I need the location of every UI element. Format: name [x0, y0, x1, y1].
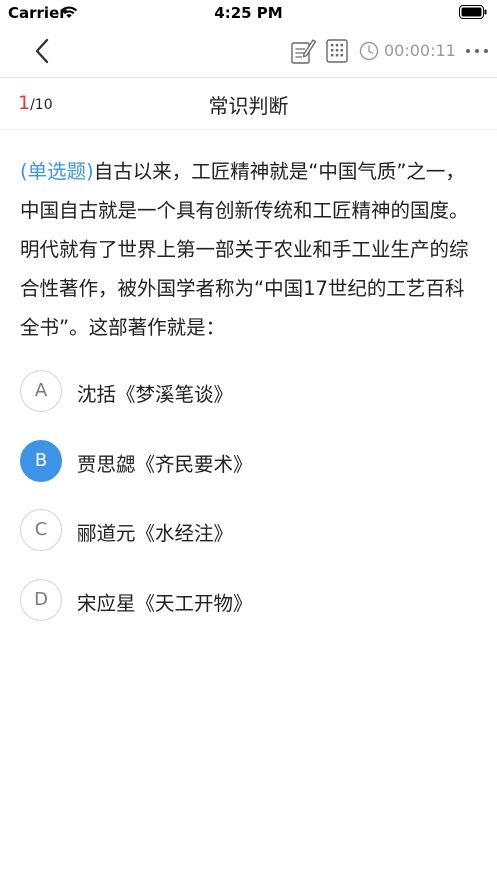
option-a-letter[interactable]: A	[20, 370, 62, 412]
option-b-letter[interactable]: B	[20, 440, 62, 482]
nav-bar: 00:00:11	[0, 26, 497, 78]
option-b[interactable]: B 贾思勰《齐民要术》	[20, 440, 460, 484]
question-header: 1/10 常识判断	[0, 78, 497, 130]
clock-time: 4:25 PM	[214, 4, 283, 22]
note-edit-icon[interactable]	[289, 37, 317, 65]
question-body: 自古以来，工匠精神就是“中国气质”之一，中国自古就是一个具有创新传统和工匠精神的…	[20, 160, 469, 339]
clock-icon	[359, 41, 379, 61]
battery-icon	[459, 5, 487, 19]
elapsed-timer: 00:00:11	[384, 41, 456, 60]
section-title: 常识判断	[208, 94, 289, 118]
option-b-text: 贾思勰《齐民要术》	[77, 453, 253, 476]
option-a[interactable]: A 沈括《梦溪笔谈》	[20, 370, 460, 414]
option-c-letter[interactable]: C	[20, 509, 62, 551]
option-d-letter[interactable]: D	[20, 579, 62, 621]
option-c-text: 郦道元《水经注》	[77, 522, 234, 545]
status-bar: Carrier 4:25 PM	[0, 0, 497, 26]
option-d-text: 宋应星《天工开物》	[77, 592, 253, 615]
more-icon[interactable]	[464, 42, 490, 60]
option-a-text: 沈括《梦溪笔谈》	[77, 383, 234, 406]
question-type-label: (单选题)	[20, 160, 94, 183]
option-d[interactable]: D 宋应星《天工开物》	[20, 579, 460, 623]
back-chevron-icon[interactable]	[28, 36, 58, 66]
question-text: (单选题)自古以来，工匠精神就是“中国气质”之一，中国自古就是一个具有创新传统和…	[20, 152, 480, 347]
answer-sheet-grid-icon[interactable]	[325, 39, 349, 63]
option-c[interactable]: C 郦道元《水经注》	[20, 509, 460, 553]
